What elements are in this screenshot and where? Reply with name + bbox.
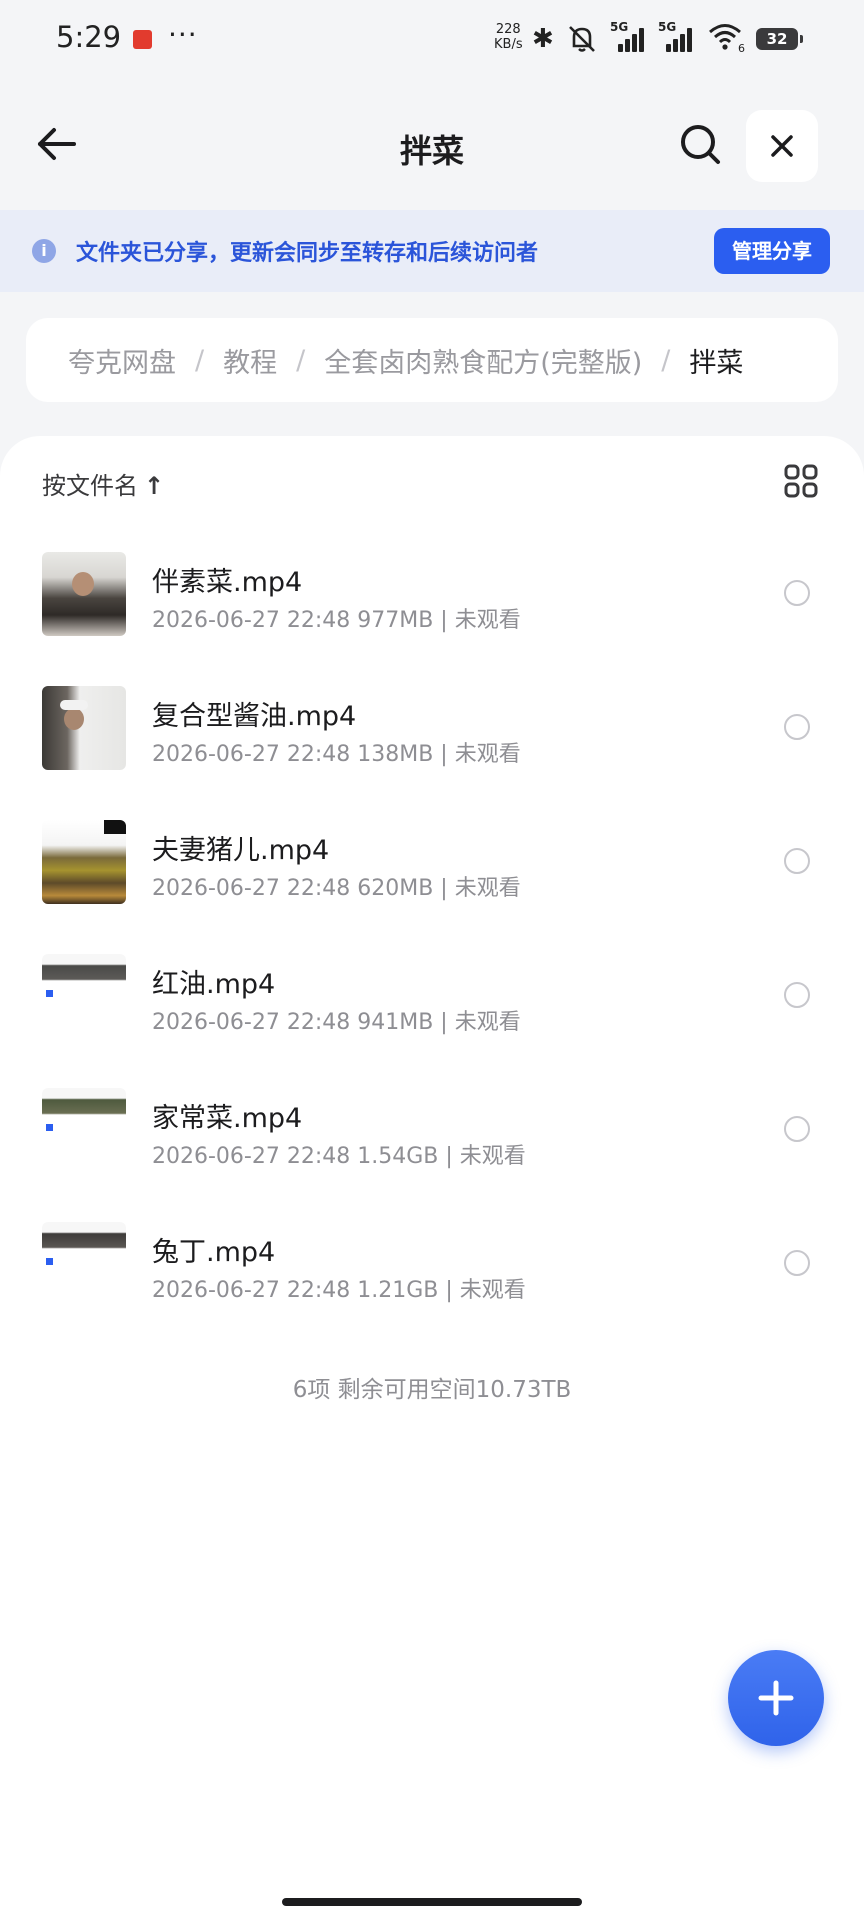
list-item[interactable]: 夫妻猪儿.mp4 2026-06-27 22:48 620MB | 未观看 — [0, 802, 864, 936]
cell-signal-1-icon: 5G — [610, 20, 644, 52]
list-item[interactable]: 复合型酱油.mp4 2026-06-27 22:48 138MB | 未观看 — [0, 668, 864, 802]
file-name: 家常菜.mp4 — [152, 1103, 303, 1134]
select-radio[interactable] — [784, 982, 810, 1008]
list-item[interactable]: 伴素菜.mp4 2026-06-27 22:48 977MB | 未观看 — [0, 534, 864, 668]
mute-bell-icon — [566, 24, 598, 61]
search-icon — [681, 125, 720, 164]
video-thumbnail — [42, 954, 126, 1038]
grid-view-icon — [784, 464, 818, 498]
file-name: 伴素菜.mp4 — [152, 567, 303, 598]
file-meta: 2026-06-27 22:48 138MB | 未观看 — [152, 742, 521, 767]
page-title: 拌菜 — [399, 132, 464, 170]
sort-label: 按文件名 — [42, 472, 138, 500]
file-meta: 2026-06-27 22:48 620MB | 未观看 — [152, 876, 521, 901]
status-bar: 5:29 ··· 228 KB/s ✱ 5G 5G 6 32 — [0, 0, 864, 80]
video-thumbnail — [42, 1222, 126, 1306]
network-speed-value: 228 — [495, 22, 521, 37]
file-meta: 2026-06-27 22:48 1.54GB | 未观看 — [152, 1144, 526, 1169]
file-meta: 2026-06-27 22:48 941MB | 未观看 — [152, 1010, 521, 1035]
breadcrumb-item-current: 拌菜 — [689, 347, 744, 379]
grid-view-button[interactable] — [784, 464, 818, 498]
add-button[interactable] — [728, 1650, 824, 1746]
select-radio[interactable] — [784, 580, 810, 606]
info-icon: i — [32, 239, 56, 263]
home-indicator[interactable] — [282, 1898, 582, 1906]
share-message: 文件夹已分享，更新会同步至转存和后续访问者 — [76, 241, 539, 266]
list-item[interactable]: 红油.mp4 2026-06-27 22:48 941MB | 未观看 — [0, 936, 864, 1070]
file-name: 兔丁.mp4 — [152, 1237, 276, 1268]
more-notifications-icon: ··· — [168, 18, 198, 51]
cell-signal-2-icon: 5G — [658, 20, 692, 52]
select-radio[interactable] — [784, 1250, 810, 1276]
file-meta: 2026-06-27 22:48 977MB | 未观看 — [152, 608, 521, 633]
list-item[interactable]: 兔丁.mp4 2026-06-27 22:48 1.21GB | 未观看 — [0, 1204, 864, 1338]
breadcrumb-item-root[interactable]: 夸克网盘 — [68, 341, 176, 380]
network-type-1: 5G — [610, 20, 629, 34]
select-radio[interactable] — [784, 714, 810, 740]
breadcrumb-separator: / — [661, 344, 671, 376]
network-type-2: 5G — [658, 20, 677, 34]
file-name: 复合型酱油.mp4 — [152, 701, 357, 732]
search-button[interactable] — [676, 120, 724, 168]
app-notification-icon — [133, 30, 152, 49]
list-item[interactable]: 家常菜.mp4 2026-06-27 22:48 1.54GB | 未观看 — [0, 1070, 864, 1204]
close-button[interactable] — [746, 110, 818, 182]
select-radio[interactable] — [784, 1116, 810, 1142]
video-thumbnail — [42, 820, 126, 904]
wifi-icon — [708, 22, 742, 59]
breadcrumb-item-tutorial[interactable]: 教程 — [223, 341, 277, 380]
breadcrumb-separator: / — [195, 344, 205, 376]
file-meta: 2026-06-27 22:48 1.21GB | 未观看 — [152, 1278, 526, 1303]
status-time: 5:29 — [56, 20, 122, 54]
video-thumbnail — [42, 552, 126, 636]
file-name: 夫妻猪儿.mp4 — [152, 835, 330, 866]
file-name: 红油.mp4 — [152, 969, 276, 1000]
share-banner: i 文件夹已分享，更新会同步至转存和后续访问者 管理分享 — [0, 210, 864, 292]
top-bar: 拌菜 — [0, 90, 864, 200]
bluetooth-icon: ✱ — [532, 24, 554, 54]
wifi-generation: 6 — [738, 42, 745, 55]
sort-arrow-up-icon: ↑ — [144, 472, 165, 500]
video-thumbnail — [42, 686, 126, 770]
manage-share-button[interactable]: 管理分享 — [714, 228, 830, 274]
network-speed-unit: KB/s — [494, 37, 523, 52]
close-icon — [771, 135, 793, 157]
breadcrumb-item-recipes[interactable]: 全套卤肉熟食配方(完整版) — [324, 341, 642, 380]
battery-indicator: 32 — [756, 28, 803, 50]
network-speed: 228 KB/s — [494, 22, 523, 52]
breadcrumb-separator: / — [296, 344, 306, 376]
storage-summary: 6项 剩余可用空间10.73TB — [292, 1377, 572, 1403]
plus-icon — [758, 1680, 794, 1716]
select-radio[interactable] — [784, 848, 810, 874]
breadcrumb: 夸克网盘 / 教程 / 全套卤肉熟食配方(完整版) / 拌菜 — [26, 318, 838, 402]
video-thumbnail — [42, 1088, 126, 1172]
sort-toggle[interactable]: 按文件名 ↑ — [42, 466, 164, 501]
